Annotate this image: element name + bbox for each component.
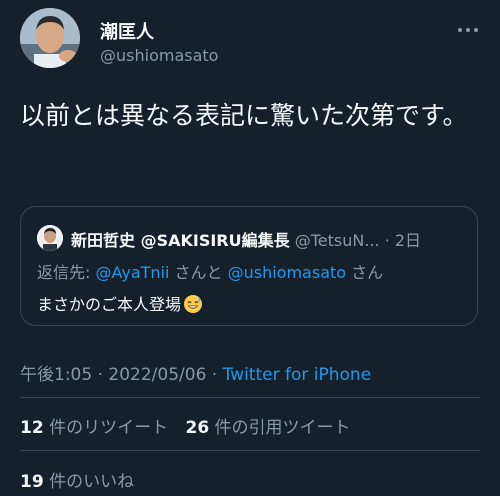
tweet-stats-row: 12 件のリツイート 26 件の引用ツイート <box>20 413 363 438</box>
retweets-label: 件のリツイート <box>43 418 169 438</box>
timestamp-separator-2: · <box>206 365 223 385</box>
grinning-sweat-emoji-icon <box>183 294 203 314</box>
retweets-stat[interactable]: 12 件のリツイート <box>20 418 168 438</box>
reply-user-link-1[interactable]: @AyaTnii <box>95 263 169 282</box>
quoted-time[interactable]: 2日 <box>395 231 421 250</box>
reply-mid: さんと <box>169 263 228 282</box>
likes-label: 件のいいね <box>43 472 135 492</box>
tweet-time[interactable]: 午後1:05 <box>20 365 92 385</box>
author-name[interactable]: 潮匡人 <box>100 18 154 44</box>
tweet-timestamp-row: 午後1:05 · 2022/05/06 · Twitter for iPhone <box>20 360 371 385</box>
quoted-tweet-text: まさかのご本人登場 <box>37 295 182 314</box>
quoted-tweet-header: 新田哲史 @SAKISIRU編集長 @TetsuN... · 2日 <box>71 227 463 251</box>
tweet-text: 以前とは異なる表記に驚いた次第です。 <box>20 101 468 130</box>
tweet-header: 潮匡人 @ushiomasato <box>20 8 480 78</box>
likes-count: 19 <box>20 472 44 492</box>
reply-user-link-2[interactable]: @ushiomasato <box>228 263 346 282</box>
author-handle[interactable]: @ushiomasato <box>100 46 218 65</box>
quoted-author-name[interactable]: 新田哲史 @SAKISIRU編集長 <box>71 231 290 250</box>
tweet-date[interactable]: 2022/05/06 <box>108 365 206 385</box>
quoted-tweet-body: まさかのご本人登場 <box>37 291 203 315</box>
more-dots-icon[interactable] <box>456 22 480 36</box>
likes-stat[interactable]: 19 件のいいね <box>20 467 134 492</box>
quoted-author-avatar[interactable] <box>37 225 63 251</box>
tweet-source-link[interactable]: Twitter for iPhone <box>223 365 372 385</box>
quoted-tweet-card[interactable]: 新田哲史 @SAKISIRU編集長 @TetsuN... · 2日 返信先: @… <box>20 206 478 326</box>
reply-to-line: 返信先: @AyaTnii さんと @ushiomasato さん <box>37 259 383 283</box>
quoted-avatar-photo <box>37 225 63 251</box>
author-avatar[interactable] <box>20 8 80 68</box>
quote-tweets-count: 26 <box>185 418 210 438</box>
divider <box>20 397 480 398</box>
quoted-separator: · <box>384 231 395 250</box>
quote-tweets-stat[interactable]: 26 件の引用ツイート <box>185 418 350 438</box>
timestamp-separator-1: · <box>92 365 109 385</box>
divider <box>20 450 480 451</box>
quote-tweets-label: 件の引用ツイート <box>209 418 351 438</box>
retweets-count: 12 <box>20 418 44 438</box>
reply-prefix: 返信先: <box>37 263 96 282</box>
reply-suffix: さん <box>346 263 384 282</box>
author-avatar-photo <box>20 8 80 68</box>
quoted-author-handle[interactable]: @TetsuN... <box>295 231 380 250</box>
